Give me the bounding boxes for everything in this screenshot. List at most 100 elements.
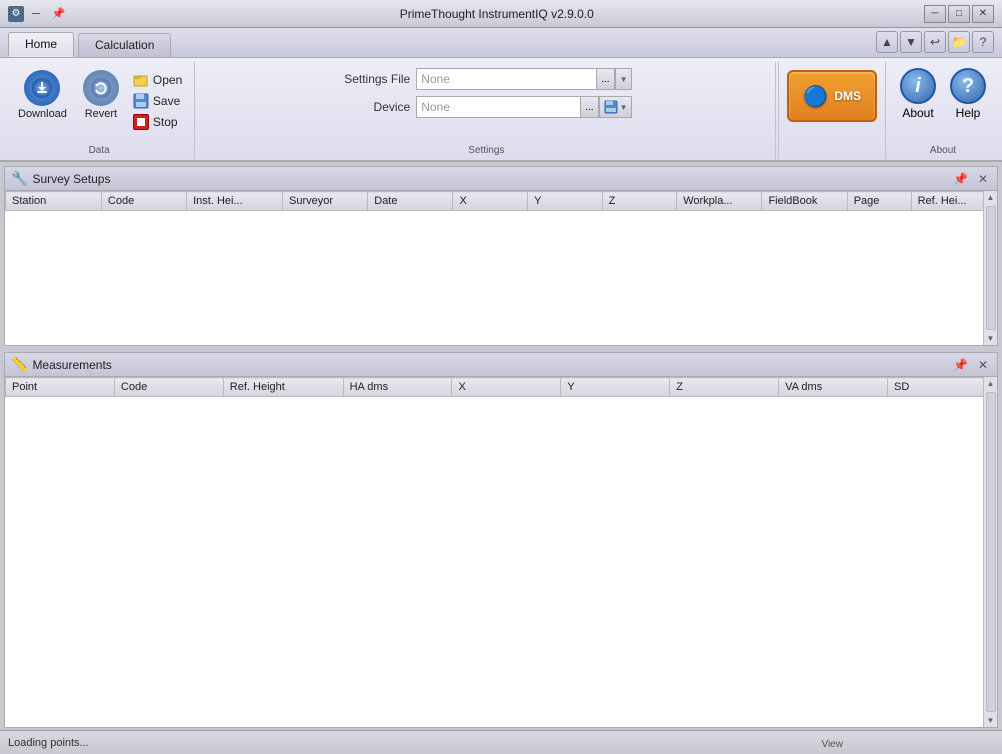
col-surveyor: Surveyor bbox=[283, 192, 368, 211]
dms-label: DMS bbox=[834, 89, 861, 103]
device-ellipsis[interactable]: ... bbox=[580, 96, 598, 118]
window-controls: ─ □ ✕ bbox=[924, 5, 994, 23]
device-row: Device ... ▼ bbox=[340, 96, 632, 118]
m-col-y: Y bbox=[561, 378, 670, 397]
scroll-up-arrow[interactable]: ▲ bbox=[985, 191, 997, 204]
survey-setups-title: Survey Setups bbox=[32, 172, 110, 186]
ribbon-group-settings: Settings File ... ▼ Device ... ▼ bbox=[197, 62, 776, 160]
ribbon-group-about: i About ? Help About bbox=[888, 62, 998, 160]
tab-home[interactable]: Home bbox=[8, 32, 74, 57]
survey-setups-table: Station Code Inst. Hei... Surveyor Date … bbox=[5, 191, 997, 211]
measurements-pin[interactable]: 📌 bbox=[950, 358, 971, 372]
status-text: Loading points... bbox=[8, 737, 89, 749]
pin-menu[interactable]: 📌 bbox=[48, 5, 70, 22]
measurements-title: Measurements bbox=[32, 358, 111, 372]
settings-file-input-wrap: ... ▼ bbox=[416, 68, 632, 90]
settings-file-dropdown[interactable]: ▼ bbox=[615, 68, 633, 90]
m-col-x: X bbox=[452, 378, 561, 397]
survey-setups-title-wrap: 🔧 Survey Setups bbox=[11, 170, 110, 187]
col-x: X bbox=[453, 192, 528, 211]
m-col-code: Code bbox=[114, 378, 223, 397]
survey-setups-controls: 📌 ✕ bbox=[950, 172, 991, 186]
open-button[interactable]: Open bbox=[129, 70, 186, 90]
close-button[interactable]: ✕ bbox=[972, 5, 994, 23]
open-icon bbox=[133, 72, 149, 88]
m-scroll-up-arrow[interactable]: ▲ bbox=[985, 377, 997, 390]
open-label: Open bbox=[153, 73, 182, 87]
col-date: Date bbox=[368, 192, 453, 211]
col-code: Code bbox=[101, 192, 186, 211]
measurements-scrollbar[interactable]: ▲ ▼ bbox=[983, 377, 997, 727]
qa-help-button[interactable]: ? bbox=[972, 31, 994, 53]
settings-group-label: Settings bbox=[197, 145, 775, 156]
col-workplace: Workpla... bbox=[677, 192, 762, 211]
stop-button[interactable]: Stop bbox=[129, 112, 186, 132]
help-button[interactable]: ? Help bbox=[946, 66, 990, 122]
panel-container: 🔧 Survey Setups 📌 ✕ Station Code Inst. H… bbox=[0, 162, 1002, 730]
maximize-button[interactable]: □ bbox=[948, 5, 970, 23]
survey-setups-panel: 🔧 Survey Setups 📌 ✕ Station Code Inst. H… bbox=[4, 166, 998, 346]
revert-label: Revert bbox=[85, 108, 117, 120]
system-menu[interactable]: ─ bbox=[28, 6, 44, 22]
m-col-va-dms: VA dms bbox=[779, 378, 888, 397]
settings-file-input[interactable] bbox=[416, 68, 596, 90]
m-col-z: Z bbox=[670, 378, 779, 397]
qa-undo-button[interactable]: ↩ bbox=[924, 31, 946, 53]
measurements-close[interactable]: ✕ bbox=[975, 358, 991, 372]
m-scroll-down-arrow[interactable]: ▼ bbox=[985, 714, 997, 727]
view-group-label: View bbox=[331, 739, 1002, 750]
survey-setups-header-row: Station Code Inst. Hei... Surveyor Date … bbox=[6, 192, 997, 211]
qa-download-button[interactable]: ▼ bbox=[900, 31, 922, 53]
data-small-buttons: Open Save Stop bbox=[129, 66, 186, 132]
settings-file-label: Settings File bbox=[340, 72, 410, 86]
m-col-ref-height: Ref. Height bbox=[223, 378, 343, 397]
col-fieldbook: FieldBook bbox=[762, 192, 847, 211]
help-label: Help bbox=[956, 106, 981, 120]
revert-button[interactable]: Revert bbox=[77, 66, 125, 124]
survey-setups-close[interactable]: ✕ bbox=[975, 172, 991, 186]
stop-label: Stop bbox=[153, 115, 178, 129]
about-buttons: i About ? Help bbox=[896, 62, 990, 122]
save-label: Save bbox=[153, 94, 180, 108]
m-col-ha-dms: HA dms bbox=[343, 378, 452, 397]
measurements-title-wrap: 📏 Measurements bbox=[11, 356, 112, 373]
app-title: PrimeThought InstrumentIQ v2.9.0.0 bbox=[70, 7, 925, 21]
dms-icon: 🔵 bbox=[803, 84, 828, 109]
scroll-down-arrow[interactable]: ▼ bbox=[985, 332, 997, 345]
minimize-button[interactable]: ─ bbox=[924, 5, 946, 23]
measurements-panel: 📏 Measurements 📌 ✕ Point Code Ref. Heigh… bbox=[4, 352, 998, 728]
save-button[interactable]: Save bbox=[129, 91, 186, 111]
m-scroll-track[interactable] bbox=[986, 392, 996, 712]
data-group-label: Data bbox=[4, 145, 194, 156]
device-save-btn[interactable]: ▼ bbox=[599, 96, 633, 118]
survey-setups-table-wrap: Station Code Inst. Hei... Surveyor Date … bbox=[5, 191, 997, 345]
col-y: Y bbox=[528, 192, 603, 211]
survey-setups-scrollbar[interactable]: ▲ ▼ bbox=[983, 191, 997, 345]
ribbon-group-data: Download Revert bbox=[4, 62, 195, 160]
device-input-wrap: ... ▼ bbox=[416, 96, 632, 118]
scroll-track[interactable] bbox=[986, 206, 996, 330]
dms-button[interactable]: 🔵 DMS bbox=[787, 70, 877, 122]
qa-folder-button[interactable]: 📁 bbox=[948, 31, 970, 53]
about-label: About bbox=[902, 106, 933, 120]
survey-setups-pin[interactable]: 📌 bbox=[950, 172, 971, 186]
settings-file-ellipsis[interactable]: ... bbox=[596, 68, 614, 90]
settings-file-row: Settings File ... ▼ bbox=[340, 68, 632, 90]
about-button[interactable]: i About bbox=[896, 66, 940, 122]
survey-setups-icon: 🔧 bbox=[11, 170, 28, 187]
col-page: Page bbox=[847, 192, 911, 211]
download-button[interactable]: Download bbox=[12, 66, 73, 124]
device-input[interactable] bbox=[416, 96, 580, 118]
measurements-header-row: Point Code Ref. Height HA dms X Y Z VA d… bbox=[6, 378, 997, 397]
ribbon: Download Revert bbox=[0, 58, 1002, 162]
col-z: Z bbox=[602, 192, 677, 211]
about-icon: i bbox=[900, 68, 936, 104]
settings-fields: Settings File ... ▼ Device ... ▼ bbox=[332, 62, 640, 158]
tab-calculation[interactable]: Calculation bbox=[78, 33, 171, 57]
m-col-sd: SD bbox=[888, 378, 997, 397]
download-icon bbox=[24, 70, 60, 106]
device-label: Device bbox=[340, 100, 410, 114]
qa-up-button[interactable]: ▲ bbox=[876, 31, 898, 53]
measurements-table: Point Code Ref. Height HA dms X Y Z VA d… bbox=[5, 377, 997, 397]
col-inst-height: Inst. Hei... bbox=[187, 192, 283, 211]
